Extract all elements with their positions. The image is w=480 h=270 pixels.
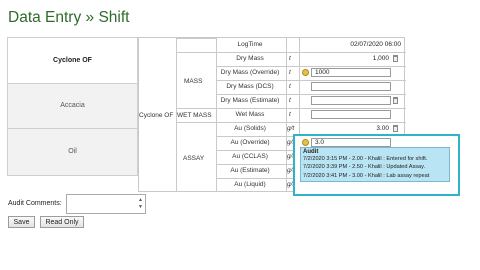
site-item-cyclone-of[interactable]: Cyclone OF xyxy=(8,38,137,84)
dry-mass-override-edit-icon[interactable] xyxy=(302,69,309,76)
dry-mass-unit: t xyxy=(289,55,291,62)
row-dry-mass-estimate-label: Dry Mass (Estimate) xyxy=(220,97,280,104)
read-only-button[interactable]: Read Only xyxy=(40,216,84,228)
dry-mass-value: 1,000 xyxy=(372,55,389,62)
page-title: Data Entry » Shift xyxy=(8,9,130,26)
row-logtime-label: LogTime xyxy=(237,41,263,48)
dry-mass-estimate-unit: t xyxy=(289,97,291,104)
au-solids-unit: g/t xyxy=(287,125,295,132)
row-dry-mass-dcs-label: Dry Mass (DCS) xyxy=(226,83,274,90)
save-button[interactable]: Save xyxy=(8,216,35,228)
row-au-estimate-label: Au (Estimate) xyxy=(230,167,270,174)
group-assay: ASSAY xyxy=(183,155,205,162)
audit-entry: 7/2/2020 3:15 PM - 2.00 - Khalil : Enter… xyxy=(303,156,428,162)
au-solids-value: 3.00 xyxy=(376,125,389,132)
row-dry-mass-label: Dry Mass xyxy=(236,55,264,62)
group-wet-mass: WET MASS xyxy=(177,112,212,119)
au-solids-delete-icon[interactable] xyxy=(393,125,398,132)
audit-entry: 7/2/2020 3:39 PM - 2.50 - Khalil : Updat… xyxy=(303,164,426,171)
row-au-cclas-label: Au (CCLAS) xyxy=(232,153,268,160)
dry-mass-delete-icon[interactable] xyxy=(393,55,398,62)
site-list: Cyclone OF Accacia Oil xyxy=(7,37,138,176)
row-au-solids-label: Au (Solids) xyxy=(234,125,266,132)
audit-comments-label: Audit Comments: xyxy=(8,200,62,207)
site-item-accacia[interactable]: Accacia xyxy=(8,83,137,129)
row-au-liquid-label: Au (Liquid) xyxy=(234,181,266,188)
dry-mass-estimate-input[interactable] xyxy=(311,96,391,105)
audit-history-list: Audit 7/2/2020 3:15 PM - 2.00 - Khalil :… xyxy=(300,147,450,183)
row-au-override-label: Au (Override) xyxy=(230,139,270,146)
audit-entry: 7/2/2020 3:41 PM - 3.00 - Khalil : Lab a… xyxy=(303,172,430,179)
group-mass: MASS xyxy=(184,78,203,85)
wet-mass-input[interactable] xyxy=(311,110,391,119)
audit-comments-input[interactable]: ▲ ▼ xyxy=(66,194,146,214)
au-override-input[interactable]: 3.0 xyxy=(311,138,391,147)
site-label: Cyclone OF xyxy=(139,112,174,119)
au-override-edit-icon[interactable] xyxy=(302,139,309,146)
wet-mass-unit: t xyxy=(289,111,291,118)
dry-mass-override-unit: t xyxy=(289,69,291,76)
logtime-value: 02/07/2020 06:00 xyxy=(350,41,401,48)
dry-mass-dcs-unit: t xyxy=(289,83,291,90)
row-dry-mass-override-label: Dry Mass (Override) xyxy=(220,69,280,76)
site-item-oil[interactable]: Oil xyxy=(8,129,137,175)
row-wet-mass-label: Wet Mass xyxy=(235,111,265,118)
dry-mass-dcs-input[interactable] xyxy=(311,82,391,91)
spinner-icon[interactable]: ▲ ▼ xyxy=(138,197,143,211)
dry-mass-override-input[interactable]: 1000 xyxy=(311,68,391,77)
dry-mass-estimate-delete-icon[interactable] xyxy=(393,97,398,104)
